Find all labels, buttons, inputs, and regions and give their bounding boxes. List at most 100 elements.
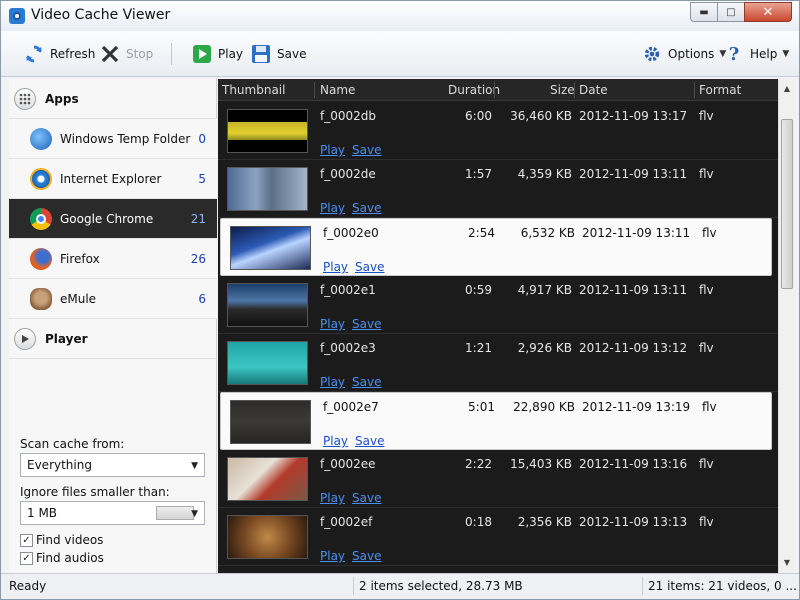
minimize-button[interactable]: ▬ <box>690 2 718 22</box>
video-thumbnail[interactable] <box>227 515 308 559</box>
save-button[interactable]: Save <box>250 41 306 67</box>
sidebar-item-google-chrome[interactable]: Google Chrome 21 <box>9 199 217 239</box>
col-format[interactable]: Format <box>699 83 741 97</box>
col-thumbnail[interactable]: Thumbnail <box>222 83 285 97</box>
vertical-scrollbar[interactable]: ▲ ▼ <box>778 79 795 573</box>
table-row[interactable]: f_0002db 6:00 36,460 KB 2012-11-09 13:17 flv… <box>218 102 778 160</box>
player-section-header[interactable]: Player <box>9 319 217 359</box>
duration: 6:00 <box>465 109 492 123</box>
file-name: f_0002e7 <box>323 400 379 414</box>
duration: 1:21 <box>465 341 492 355</box>
file-name: f_0002de <box>320 167 376 181</box>
ignore-size-dropdown[interactable]: 1 MB ▼ <box>20 501 205 525</box>
duration: 0:59 <box>465 283 492 297</box>
column-divider[interactable] <box>574 82 575 98</box>
play-link[interactable]: Play <box>320 201 345 215</box>
play-link[interactable]: Play <box>320 317 345 331</box>
file-format: flv <box>699 109 714 123</box>
size-slider[interactable] <box>156 506 194 520</box>
play-button[interactable]: Play <box>191 41 243 67</box>
window-title: Video Cache Viewer <box>31 7 171 23</box>
save-link[interactable]: Save <box>352 143 381 157</box>
play-link[interactable]: Play <box>320 491 345 505</box>
file-date: 2012-11-09 13:19 <box>582 400 691 414</box>
save-link[interactable]: Save <box>352 317 381 331</box>
play-link[interactable]: Play <box>320 375 345 389</box>
video-thumbnail[interactable] <box>230 400 311 444</box>
file-name: f_0002db <box>320 109 376 123</box>
file-size: 22,890 KB <box>513 400 575 414</box>
close-button[interactable]: ✕ <box>744 2 792 22</box>
video-thumbnail[interactable] <box>230 226 311 270</box>
save-link[interactable]: Save <box>352 375 381 389</box>
video-thumbnail[interactable] <box>227 341 308 385</box>
scan-cache-dropdown[interactable]: Everything ▼ <box>20 453 205 477</box>
refresh-label: Refresh <box>50 47 96 61</box>
table-row[interactable]: f_0002e3 1:21 2,926 KB 2012-11-09 13:12 flv P… <box>218 334 778 392</box>
status-ready: Ready <box>9 579 47 593</box>
file-format: flv <box>699 515 714 529</box>
sidebar-item-count: 6 <box>198 291 206 306</box>
play-link[interactable]: Play <box>320 549 345 563</box>
sidebar-item-label: eMule <box>60 291 97 306</box>
video-thumbnail[interactable] <box>227 109 308 153</box>
file-format: flv <box>699 457 714 471</box>
sidebar-item-emule[interactable]: eMule 6 <box>9 279 217 319</box>
find-audios-checkbox[interactable]: ✓ Find audios <box>20 551 104 565</box>
save-link[interactable]: Save <box>352 201 381 215</box>
play-link[interactable]: Play <box>323 260 348 274</box>
maximize-button[interactable]: □ <box>717 2 745 22</box>
play-link[interactable]: Play <box>323 434 348 448</box>
file-format: flv <box>699 283 714 297</box>
scroll-down-icon[interactable]: ▼ <box>779 555 795 571</box>
help-menu-button[interactable]: ? Help ▼ <box>723 41 790 67</box>
table-row[interactable]: f_0002ef 0:18 2,356 KB 2012-11-09 13:13 flv P… <box>218 508 778 566</box>
title-bar[interactable]: Video Cache Viewer ▬ □ ✕ <box>1 1 799 31</box>
file-name: f_0002e3 <box>320 341 376 355</box>
table-row[interactable]: f_0002ee 2:22 15,403 KB 2012-11-09 13:16 flv… <box>218 450 778 508</box>
column-divider[interactable] <box>314 82 315 98</box>
ignore-size-value: 1 MB <box>27 506 58 520</box>
help-question-icon: ? <box>728 43 740 65</box>
app-eye-icon <box>9 8 25 24</box>
apps-section-header[interactable]: Apps <box>9 79 217 119</box>
column-divider[interactable] <box>694 82 695 98</box>
scroll-up-icon[interactable]: ▲ <box>779 81 795 97</box>
sidebar-item-internet-explorer[interactable]: Internet Explorer 5 <box>9 159 217 199</box>
video-thumbnail[interactable] <box>227 283 308 327</box>
table-row[interactable]: f_0002e0 2:54 6,532 KB 2012-11-09 13:11 flv P… <box>220 218 772 276</box>
find-videos-checkbox[interactable]: ✓ Find videos <box>20 533 103 547</box>
options-menu-button[interactable]: Options ▼ <box>641 41 726 67</box>
windows-logo-icon <box>30 127 52 150</box>
play-link[interactable]: Play <box>320 143 345 157</box>
sidebar-item-firefox[interactable]: Firefox 26 <box>9 239 217 279</box>
file-date: 2012-11-09 13:11 <box>582 226 691 240</box>
column-header: Thumbnail Name Duration Size Date Format <box>218 79 778 101</box>
sidebar-item-count: 5 <box>198 171 206 186</box>
col-duration[interactable]: Duration <box>448 83 500 97</box>
table-row[interactable]: f_0002e1 0:59 4,917 KB 2012-11-09 13:11 flv P… <box>218 276 778 334</box>
file-name: f_0002ee <box>320 457 376 471</box>
maximize-icon: □ <box>726 6 736 18</box>
refresh-button[interactable]: Refresh <box>23 41 95 67</box>
file-name: f_0002e1 <box>320 283 376 297</box>
column-divider[interactable] <box>494 82 495 98</box>
save-link[interactable]: Save <box>352 491 381 505</box>
status-divider <box>642 577 643 595</box>
file-format: flv <box>699 167 714 181</box>
stop-button[interactable]: Stop <box>99 41 153 67</box>
col-date[interactable]: Date <box>579 83 608 97</box>
scrollbar-thumb[interactable] <box>781 119 793 289</box>
video-list: Thumbnail Name Duration Size Date Format… <box>218 79 778 573</box>
table-row[interactable]: f_0002de 1:57 4,359 KB 2012-11-09 13:11 flv P… <box>218 160 778 218</box>
save-link[interactable]: Save <box>355 434 384 448</box>
table-row[interactable]: f_0002e7 5:01 22,890 KB 2012-11-09 13:19 flv… <box>220 392 772 450</box>
save-link[interactable]: Save <box>355 260 384 274</box>
col-name[interactable]: Name <box>320 83 355 97</box>
col-size[interactable]: Size <box>550 83 575 97</box>
file-size: 2,356 KB <box>517 515 572 529</box>
sidebar-item-windows-temp-folder[interactable]: Windows Temp Folder 0 <box>9 119 217 159</box>
video-thumbnail[interactable] <box>227 457 308 501</box>
video-thumbnail[interactable] <box>227 167 308 211</box>
save-link[interactable]: Save <box>352 549 381 563</box>
